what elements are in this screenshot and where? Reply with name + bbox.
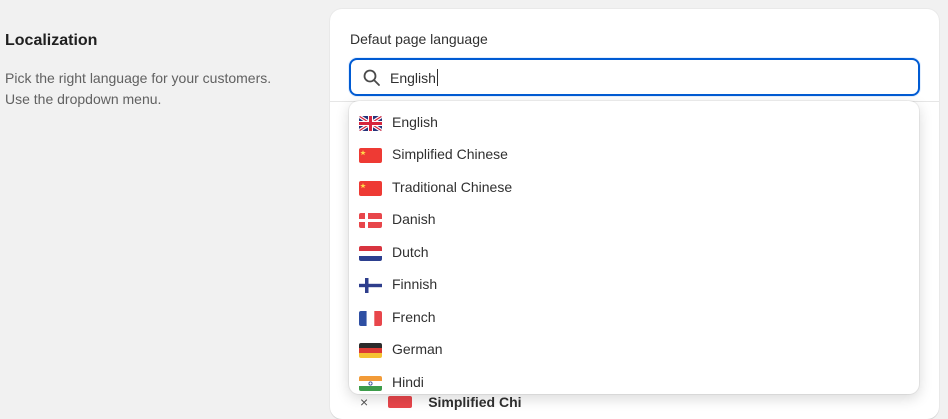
option-label: Dutch bbox=[392, 244, 429, 260]
option-german[interactable]: German bbox=[349, 334, 919, 366]
uk-flag-icon bbox=[359, 116, 382, 131]
section-info: Localization Pick the right language for… bbox=[5, 32, 305, 110]
search-input-value[interactable]: English bbox=[390, 69, 438, 86]
option-dutch[interactable]: Dutch bbox=[349, 237, 919, 269]
hidden-list-row: × Simplified Chi bbox=[360, 394, 522, 410]
search-icon bbox=[363, 69, 380, 86]
option-label: Finnish bbox=[392, 276, 438, 292]
language-search-input[interactable]: English bbox=[349, 58, 920, 96]
option-traditional-chinese[interactable]: Traditional Chinese bbox=[349, 172, 919, 204]
finland-flag-icon bbox=[359, 278, 382, 293]
option-label: Traditional Chinese bbox=[392, 179, 513, 195]
section-title: Localization bbox=[5, 32, 98, 49]
option-label: English bbox=[392, 114, 438, 130]
china-flag-icon bbox=[388, 396, 413, 408]
germany-flag-icon bbox=[359, 343, 382, 358]
netherlands-flag-icon bbox=[359, 246, 382, 261]
option-label: German bbox=[392, 341, 443, 357]
option-english[interactable]: English bbox=[349, 107, 919, 139]
section-description: Pick the right language for your custome… bbox=[5, 68, 305, 110]
option-label: French bbox=[392, 309, 436, 325]
option-finnish[interactable]: Finnish bbox=[349, 269, 919, 301]
china-flag-icon bbox=[359, 148, 382, 163]
denmark-flag-icon bbox=[359, 213, 382, 228]
option-label: Hindi bbox=[392, 374, 424, 390]
section-description-line2: Use the dropdown menu. bbox=[5, 91, 162, 107]
option-hindi[interactable]: Hindi bbox=[349, 367, 919, 394]
china-flag-icon bbox=[359, 181, 382, 196]
hidden-row-label: Simplified Chi bbox=[428, 394, 522, 410]
remove-icon: × bbox=[360, 394, 369, 410]
france-flag-icon bbox=[359, 311, 382, 326]
option-danish[interactable]: Danish bbox=[349, 204, 919, 236]
option-french[interactable]: French bbox=[349, 302, 919, 334]
option-simplified-chinese[interactable]: Simplified Chinese bbox=[349, 139, 919, 171]
text-caret bbox=[436, 69, 438, 86]
india-flag-icon bbox=[359, 376, 382, 391]
option-label: Danish bbox=[392, 211, 436, 227]
option-label: Simplified Chinese bbox=[392, 146, 508, 162]
section-description-line1: Pick the right language for your custome… bbox=[5, 70, 272, 86]
language-field-label: Defaut page language bbox=[350, 31, 488, 47]
language-dropdown[interactable]: English Simplified Chinese Traditional C… bbox=[349, 101, 919, 394]
